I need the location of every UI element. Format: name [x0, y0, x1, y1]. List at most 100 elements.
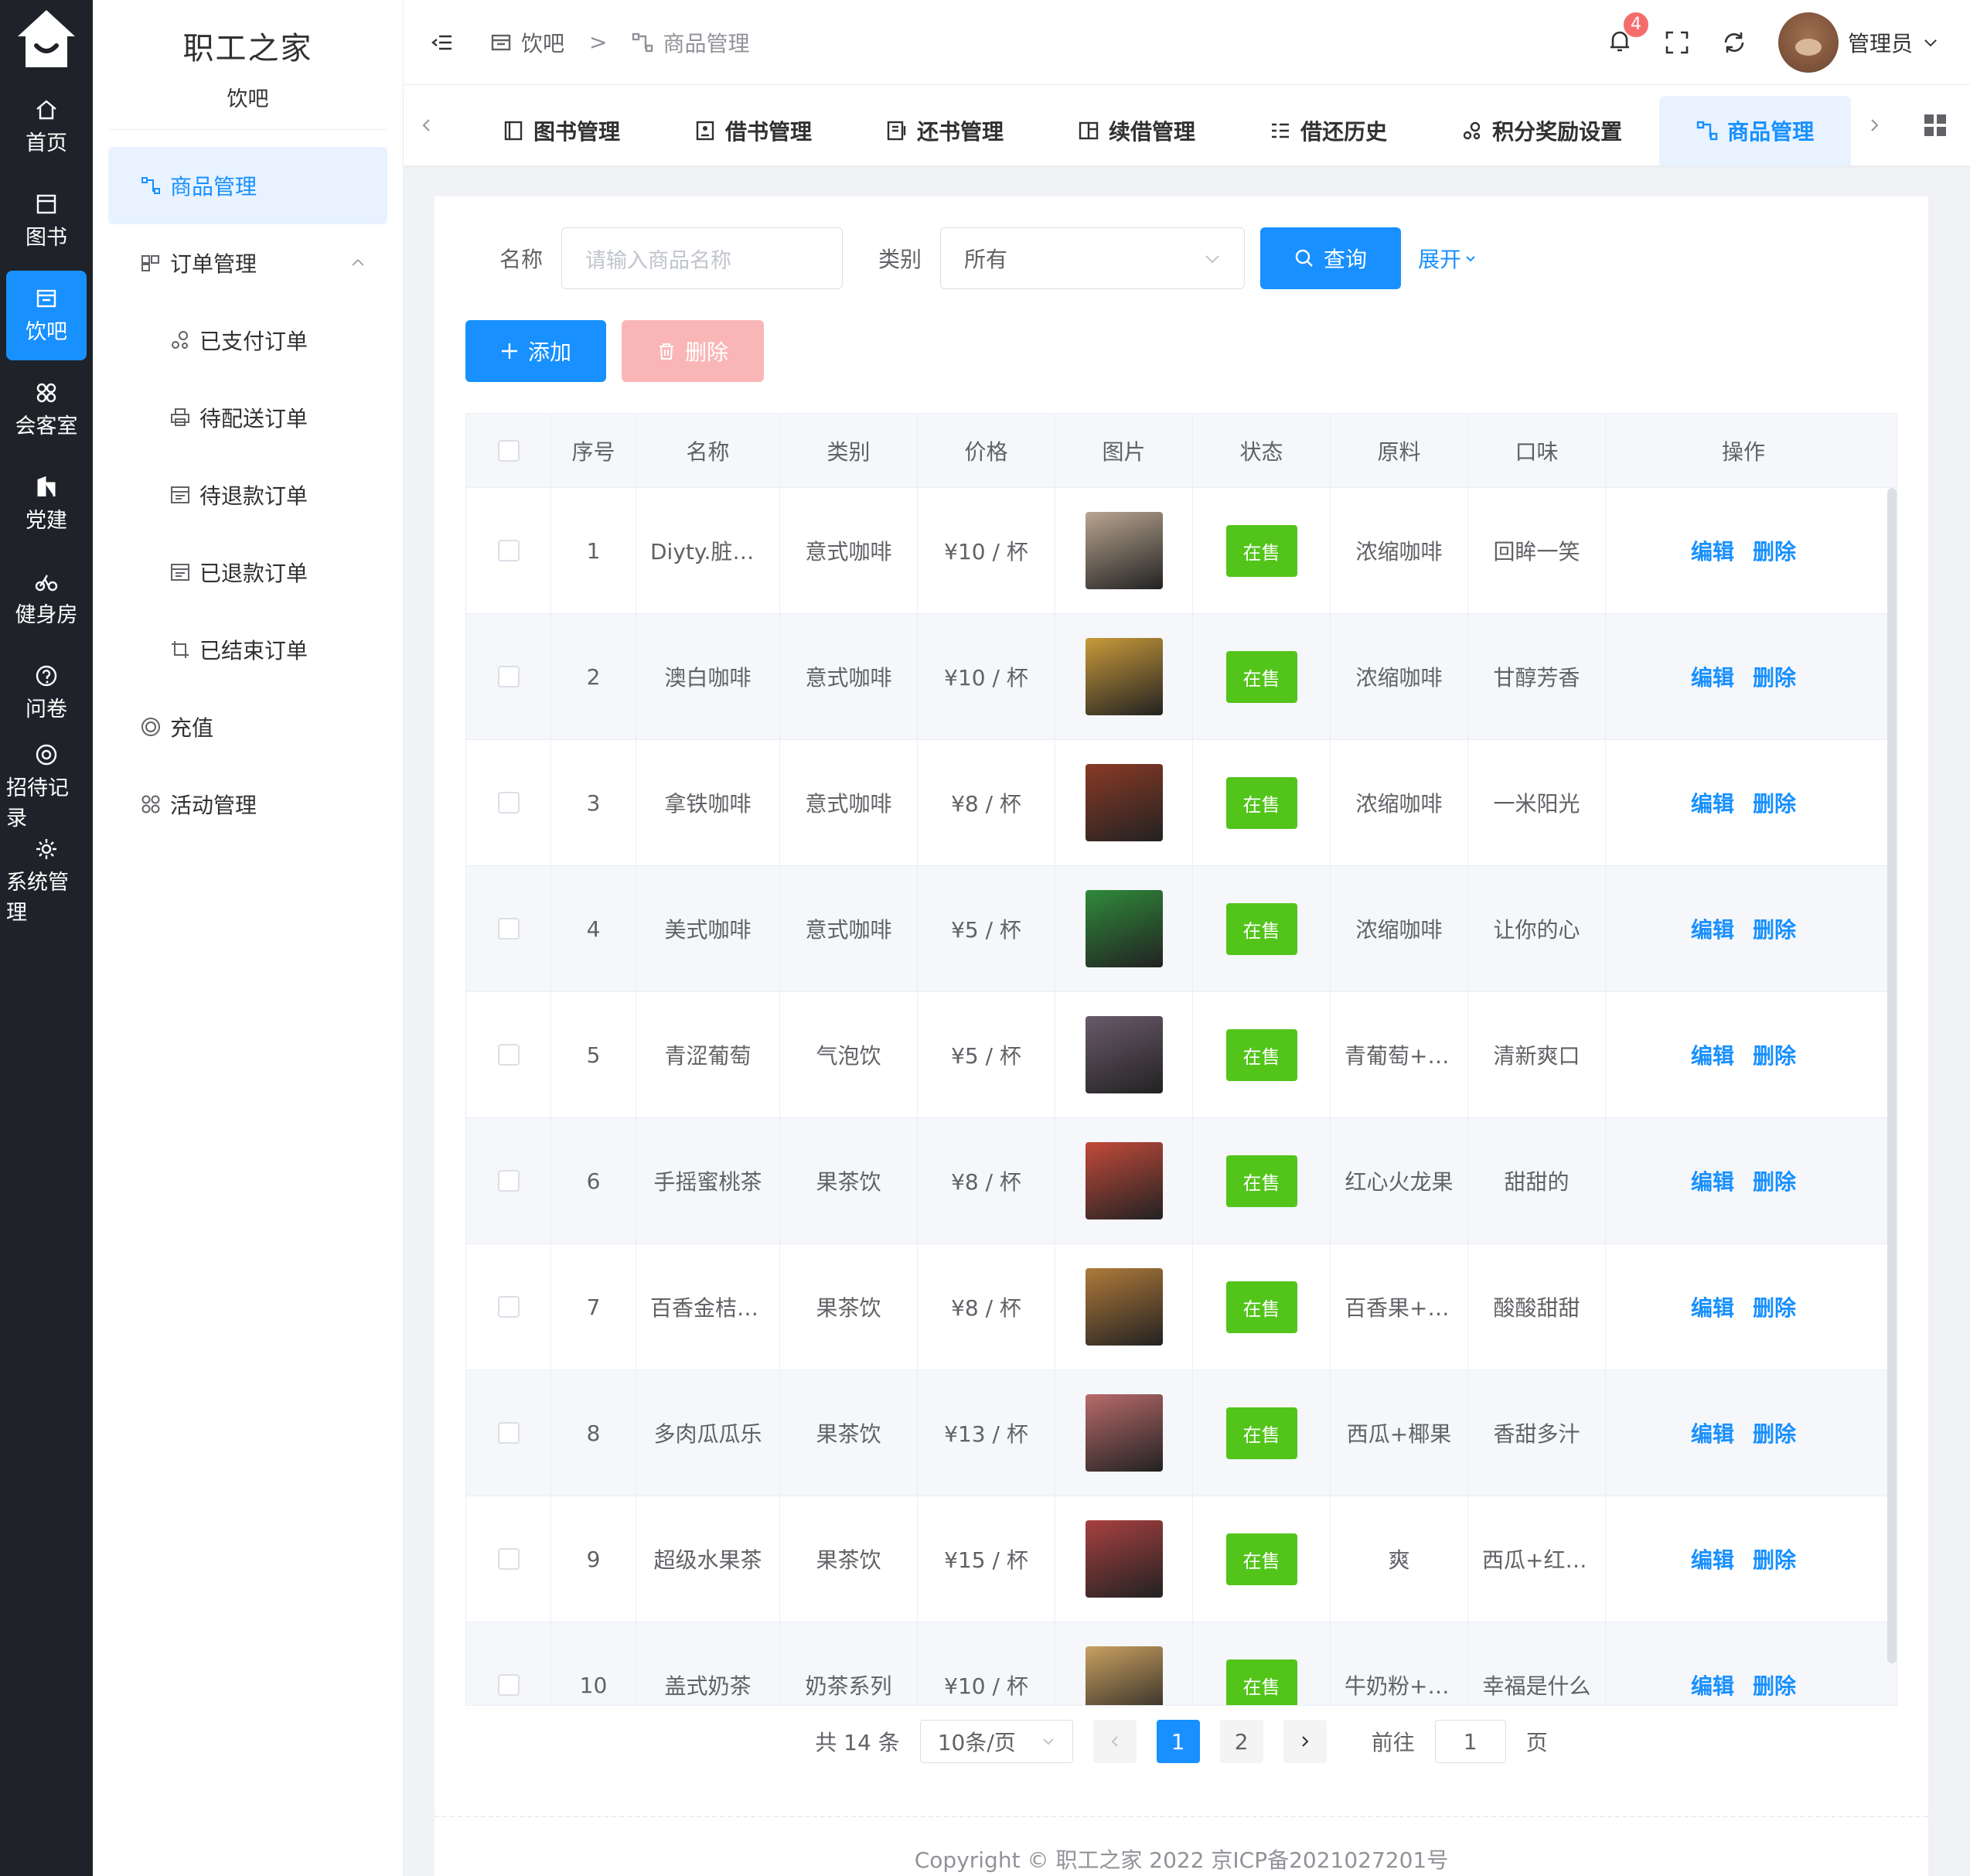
tab-3[interactable]: 续借管理	[1041, 96, 1232, 165]
rail-item-1[interactable]: 图书	[6, 176, 87, 266]
delete-link[interactable]: 删除	[1753, 1417, 1796, 1448]
product-thumbnail[interactable]	[1085, 1520, 1163, 1598]
edit-link[interactable]: 编辑	[1691, 1291, 1734, 1322]
edit-link[interactable]: 编辑	[1691, 535, 1734, 566]
product-thumbnail[interactable]	[1085, 1394, 1163, 1472]
rail-item-3[interactable]: 会客室	[6, 365, 87, 455]
rail-item-5[interactable]: 健身房	[6, 554, 87, 643]
product-thumbnail[interactable]	[1085, 638, 1163, 715]
rail-item-7[interactable]: 招待记录	[6, 742, 87, 832]
delete-link[interactable]: 删除	[1753, 1670, 1796, 1700]
row-checkbox-cell[interactable]	[466, 488, 551, 613]
delete-link[interactable]: 删除	[1753, 1291, 1796, 1322]
row-checkbox[interactable]	[497, 1296, 520, 1318]
delete-link[interactable]: 删除	[1753, 913, 1796, 944]
row-checkbox-cell[interactable]	[466, 740, 551, 865]
goto-page-input[interactable]: 1	[1434, 1720, 1506, 1763]
tab-2[interactable]: 还书管理	[849, 96, 1041, 165]
row-checkbox[interactable]	[497, 540, 520, 561]
row-checkbox-cell[interactable]	[466, 1496, 551, 1622]
tab-6[interactable]: 商品管理	[1659, 96, 1852, 165]
row-checkbox-cell[interactable]	[466, 1244, 551, 1369]
row-checkbox-cell[interactable]	[466, 866, 551, 991]
edit-link[interactable]: 编辑	[1691, 1417, 1734, 1448]
menu-fold-icon[interactable]	[431, 32, 453, 53]
sidebar-item-pending-refund[interactable]: 待退款订单	[93, 456, 403, 534]
tab-0[interactable]: 图书管理	[465, 96, 657, 165]
product-thumbnail[interactable]	[1085, 1268, 1163, 1346]
sidebar-item-activity-management[interactable]: 活动管理	[93, 766, 403, 843]
tabs-scroll-right[interactable]	[1851, 85, 1897, 165]
delete-button[interactable]: 删除	[622, 320, 764, 382]
sidebar-item-order-management[interactable]: 订单管理	[93, 224, 403, 302]
row-checkbox[interactable]	[497, 1170, 520, 1192]
tab-5[interactable]: 积分奖励设置	[1424, 96, 1659, 165]
product-thumbnail[interactable]	[1085, 1016, 1163, 1093]
product-thumbnail[interactable]	[1085, 764, 1163, 841]
rail-item-6[interactable]: 问卷	[6, 648, 87, 738]
rail-item-0[interactable]: 首页	[6, 82, 87, 172]
delete-link[interactable]: 删除	[1753, 1165, 1796, 1196]
page-button-2[interactable]: 2	[1219, 1720, 1263, 1763]
edit-link[interactable]: 编辑	[1691, 661, 1734, 692]
sidebar-item-refunded[interactable]: 已退款订单	[93, 534, 403, 611]
breadcrumb-item[interactable]: 饮吧	[521, 27, 564, 58]
tabs-menu-button[interactable]	[1900, 85, 1970, 165]
tab-1[interactable]: 借书管理	[657, 96, 849, 165]
row-checkbox-cell[interactable]	[466, 1370, 551, 1496]
rail-item-8[interactable]: 系统管理	[6, 837, 87, 926]
row-checkbox[interactable]	[497, 792, 520, 814]
row-checkbox[interactable]	[497, 1548, 520, 1570]
home-logo[interactable]	[0, 0, 93, 77]
row-checkbox[interactable]	[497, 1044, 520, 1066]
product-thumbnail[interactable]	[1085, 512, 1163, 589]
edit-link[interactable]: 编辑	[1691, 1165, 1734, 1196]
row-checkbox[interactable]	[497, 666, 520, 687]
delete-link[interactable]: 删除	[1753, 1039, 1796, 1070]
tabs-scroll-left[interactable]	[404, 85, 450, 165]
edit-link[interactable]: 编辑	[1691, 787, 1734, 818]
next-page-button[interactable]	[1283, 1720, 1327, 1763]
add-button[interactable]: 添加	[465, 320, 606, 382]
row-checkbox-cell[interactable]	[466, 992, 551, 1117]
product-thumbnail[interactable]	[1085, 890, 1163, 967]
sidebar-item-recharge[interactable]: 充值	[93, 688, 403, 766]
user-menu[interactable]: 管理员	[1777, 12, 1939, 73]
page-button-1[interactable]: 1	[1156, 1720, 1200, 1763]
edit-link[interactable]: 编辑	[1691, 913, 1734, 944]
delete-link[interactable]: 删除	[1753, 535, 1796, 566]
edit-link[interactable]: 编辑	[1691, 1670, 1734, 1700]
product-thumbnail[interactable]	[1085, 1646, 1163, 1705]
table-scrollbar[interactable]	[1887, 488, 1897, 1663]
select-all-checkbox[interactable]	[497, 439, 520, 462]
expand-link[interactable]: 展开	[1418, 243, 1477, 274]
row-checkbox-cell[interactable]	[466, 614, 551, 739]
row-checkbox[interactable]	[497, 1674, 520, 1696]
delete-link[interactable]: 删除	[1753, 1543, 1796, 1574]
prev-page-button[interactable]	[1092, 1720, 1137, 1763]
rail-item-4[interactable]: 党建	[6, 459, 87, 549]
category-select[interactable]: 所有	[940, 227, 1246, 289]
query-button[interactable]: 查询	[1260, 227, 1402, 289]
select-all-checkbox-cell[interactable]	[466, 414, 551, 487]
notification-button[interactable]: 4	[1607, 10, 1650, 57]
edit-link[interactable]: 编辑	[1691, 1039, 1734, 1070]
sidebar-item-paid-orders[interactable]: 已支付订单	[93, 302, 403, 379]
row-checkbox-cell[interactable]	[466, 1118, 551, 1243]
row-checkbox-cell[interactable]	[466, 1622, 551, 1705]
refresh-icon[interactable]	[1721, 29, 1747, 56]
sidebar-item-pending-delivery[interactable]: 待配送订单	[93, 379, 403, 456]
sidebar-item-product-management[interactable]: 商品管理	[108, 147, 387, 224]
page-size-select[interactable]: 10条/页	[919, 1720, 1073, 1763]
product-thumbnail[interactable]	[1085, 1142, 1163, 1219]
row-checkbox[interactable]	[497, 1422, 520, 1444]
delete-link[interactable]: 删除	[1753, 787, 1796, 818]
sidebar-item-closed-orders[interactable]: 已结束订单	[93, 611, 403, 688]
product-name-input[interactable]: 请输入商品名称	[561, 227, 844, 289]
delete-link[interactable]: 删除	[1753, 661, 1796, 692]
edit-link[interactable]: 编辑	[1691, 1543, 1734, 1574]
fullscreen-icon[interactable]	[1664, 29, 1690, 56]
row-checkbox[interactable]	[497, 918, 520, 940]
tab-4[interactable]: 借还历史	[1232, 96, 1424, 165]
rail-item-2[interactable]: 饮吧	[6, 271, 87, 360]
